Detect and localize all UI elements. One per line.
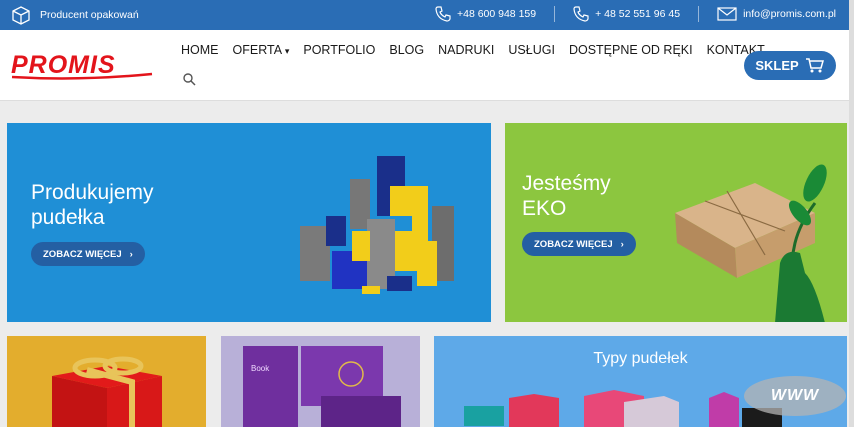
top-bar: Producent opakowań +48 600 948 159 + 48 … <box>0 0 854 30</box>
banner-title-line-2: pudełka <box>31 206 105 229</box>
box-icon <box>12 6 30 25</box>
banner-title: Jesteśmy EKO <box>522 171 611 221</box>
divider <box>554 6 556 22</box>
phone-icon <box>435 6 451 22</box>
nav-dostepne[interactable]: DOSTĘPNE OD RĘKI <box>569 43 693 57</box>
email-link[interactable]: info@promis.com.pl <box>717 7 836 21</box>
nav-home[interactable]: HOME <box>181 43 219 57</box>
gift-box-illustration <box>52 356 162 427</box>
nav-oferta-label: OFERTA <box>232 43 282 57</box>
chevron-right-icon: › <box>129 248 133 260</box>
purple-box-illustration: Book <box>243 346 401 427</box>
phone-link-2[interactable]: + 48 52 551 96 45 <box>573 6 680 22</box>
banner-title-line-1: Jesteśmy <box>522 172 611 195</box>
nav-nadruki[interactable]: NADRUKI <box>438 43 494 57</box>
shop-label: SKLEP <box>755 58 799 73</box>
banner-title: Produkujemy pudełka <box>31 180 154 230</box>
chevron-down-icon: ▾ <box>284 46 290 56</box>
www-badge[interactable]: WWW <box>744 376 846 416</box>
phone-link-1[interactable]: +48 600 948 159 <box>435 6 536 22</box>
tagline: Producent opakowań <box>10 4 139 26</box>
boxes-illustration <box>300 156 454 294</box>
see-more-label: ZOBACZ WIĘCEJ <box>534 238 613 250</box>
nav-portfolio[interactable]: PORTFOLIO <box>303 43 375 57</box>
banner-boxes[interactable]: Produkujemy pudełka ZOBACZ WIĘCEJ › <box>7 123 491 322</box>
nav-blog[interactable]: BLOG <box>389 43 424 57</box>
phone-2: + 48 52 551 96 45 <box>595 8 681 20</box>
phone-1: +48 600 948 159 <box>456 8 537 20</box>
tagline-text: Producent opakowań <box>40 9 139 21</box>
tile-gift-boxes[interactable] <box>7 336 206 427</box>
banner-title-line-1: Produkujemy <box>31 181 154 204</box>
eco-box-illustration <box>675 164 827 322</box>
banner-eco[interactable]: Jesteśmy EKO ZOBACZ WIĘCEJ › <box>505 123 847 322</box>
see-more-button[interactable]: ZOBACZ WIĘCEJ › <box>31 242 145 266</box>
logo-text: PROMIS <box>11 51 116 79</box>
cart-icon <box>805 58 824 73</box>
book-label: Book <box>251 364 270 373</box>
search-button[interactable] <box>183 73 196 91</box>
main-nav: HOME OFERTA ▾ PORTFOLIO BLOG NADRUKI USŁ… <box>181 43 765 57</box>
site-header: PROMIS HOME OFERTA ▾ PORTFOLIO BLOG NADR… <box>0 30 854 101</box>
banner-title-line-2: EKO <box>522 197 567 220</box>
promis-logo[interactable]: PROMIS <box>10 50 155 87</box>
see-more-button[interactable]: ZOBACZ WIĘCEJ › <box>522 232 636 256</box>
search-icon <box>183 73 196 86</box>
email: info@promis.com.pl <box>743 8 836 20</box>
nav-uslugi[interactable]: USŁUGI <box>508 43 555 57</box>
see-more-label: ZOBACZ WIĘCEJ <box>43 248 122 260</box>
envelope-icon <box>717 7 737 21</box>
nav-oferta[interactable]: OFERTA ▾ <box>233 43 290 57</box>
scrollbar[interactable] <box>849 0 854 427</box>
phone-icon <box>573 6 589 22</box>
tile-book-boxes[interactable]: Book <box>221 336 420 427</box>
chevron-right-icon: › <box>620 238 624 250</box>
shop-button[interactable]: SKLEP <box>744 51 836 80</box>
divider <box>698 6 700 22</box>
